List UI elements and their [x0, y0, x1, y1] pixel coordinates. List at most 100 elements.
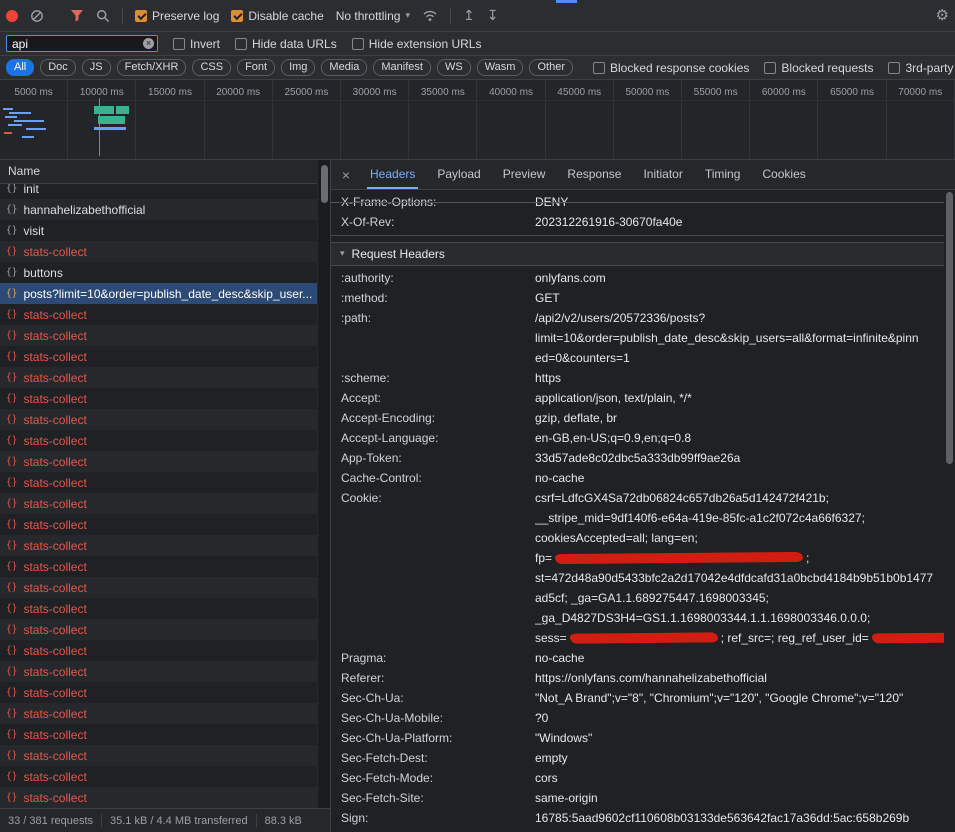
type-filter-fetch-xhr[interactable]: Fetch/XHR — [117, 59, 187, 76]
type-filter-doc[interactable]: Doc — [40, 59, 76, 76]
redaction-scribble — [555, 552, 803, 564]
request-row[interactable]: {}stats-collect — [0, 619, 318, 640]
request-row[interactable]: {}stats-collect — [0, 682, 318, 703]
request-type-icon: {} — [6, 351, 17, 362]
timeline-label: 65000 ms — [830, 87, 874, 98]
clear-network-log-button[interactable] — [30, 9, 44, 23]
checkbox-blocked-response-cookies[interactable]: Blocked response cookies — [593, 61, 749, 75]
request-type-icon: {} — [6, 246, 17, 257]
header-row: Time:1703636799438 — [331, 828, 944, 832]
request-row[interactable]: {}stats-collect — [0, 367, 318, 388]
request-row[interactable]: {}visit — [0, 220, 318, 241]
request-row[interactable]: {}stats-collect — [0, 388, 318, 409]
request-row[interactable]: {}stats-collect — [0, 703, 318, 724]
type-filter-other[interactable]: Other — [529, 59, 573, 76]
invert-checkbox[interactable]: Invert — [173, 37, 220, 51]
request-row[interactable]: {}stats-collect — [0, 745, 318, 766]
request-row[interactable]: {}posts?limit=10&order=publish_date_desc… — [0, 283, 318, 304]
request-type-icon: {} — [6, 771, 17, 782]
timeline-label: 70000 ms — [898, 87, 942, 98]
search-button[interactable] — [96, 9, 110, 23]
activity-bar — [14, 120, 44, 122]
network-conditions-button[interactable] — [422, 9, 438, 22]
tab-headers[interactable]: Headers — [359, 160, 426, 189]
invert-label: Invert — [190, 37, 220, 51]
type-filter-js[interactable]: JS — [82, 59, 111, 76]
type-filter-all[interactable]: All — [6, 59, 34, 76]
request-row[interactable]: {}init — [0, 184, 318, 199]
scrollbar-thumb[interactable] — [321, 165, 328, 203]
request-row[interactable]: {}stats-collect — [0, 556, 318, 577]
filter-text: api — [12, 37, 28, 51]
disable-cache-label: Disable cache — [248, 9, 323, 23]
type-filter-media[interactable]: Media — [321, 59, 367, 76]
request-row[interactable]: {}stats-collect — [0, 451, 318, 472]
request-name: stats-collect — [23, 350, 86, 364]
hide-data-urls-checkbox[interactable]: Hide data URLs — [235, 37, 337, 51]
request-row[interactable]: {}stats-collect — [0, 766, 318, 787]
header-value: empty — [535, 748, 944, 768]
type-filter-wasm[interactable]: Wasm — [477, 59, 524, 76]
export-har-button[interactable]: ↧ — [487, 9, 499, 23]
throttling-select[interactable]: No throttling ▾ — [336, 9, 410, 23]
header-value: https — [535, 368, 944, 388]
request-row[interactable]: {}stats-collect — [0, 661, 318, 682]
scrollbar-thumb[interactable] — [946, 192, 953, 464]
type-filter-ws[interactable]: WS — [437, 59, 471, 76]
request-name: stats-collect — [23, 665, 86, 679]
request-row[interactable]: {}stats-collect — [0, 787, 318, 808]
type-filter-manifest[interactable]: Manifest — [373, 59, 431, 76]
timeline-grid: 5000 ms10000 ms15000 ms20000 ms25000 ms3… — [0, 80, 955, 159]
requests-scrollbar[interactable] — [317, 160, 330, 808]
name-column-header[interactable]: Name — [0, 160, 318, 184]
request-row[interactable]: {}buttons — [0, 262, 318, 283]
settings-gear-icon[interactable]: ⚙ — [936, 8, 949, 23]
hide-extension-urls-checkbox[interactable]: Hide extension URLs — [352, 37, 482, 51]
details-scrollbar[interactable] — [944, 190, 955, 832]
request-row[interactable]: {}stats-collect — [0, 409, 318, 430]
filter-input[interactable]: api × — [6, 35, 158, 52]
activity-bar — [22, 136, 34, 138]
request-row[interactable]: {}stats-collect — [0, 241, 318, 262]
type-filter-pills: All Doc JS Fetch/XHR CSS Font Img Media Manifest… — [6, 59, 573, 76]
request-row[interactable]: {}stats-collect — [0, 724, 318, 745]
filter-toggle-button[interactable] — [70, 9, 84, 22]
clear-filter-icon[interactable]: × — [143, 38, 154, 49]
request-row[interactable]: {}stats-collect — [0, 325, 318, 346]
request-row[interactable]: {}stats-collect — [0, 535, 318, 556]
import-har-button[interactable]: ↥ — [463, 9, 475, 23]
timeline-overview[interactable]: 5000 ms10000 ms15000 ms20000 ms25000 ms3… — [0, 80, 955, 160]
record-button[interactable] — [6, 10, 18, 22]
request-row[interactable]: {}hannahelizabethofficial — [0, 199, 318, 220]
request-row[interactable]: {}stats-collect — [0, 493, 318, 514]
details-tabbar: × HeadersPayloadPreviewResponseInitiator… — [331, 160, 955, 190]
tab-payload[interactable]: Payload — [426, 160, 491, 189]
request-row[interactable]: {}stats-collect — [0, 472, 318, 493]
timeline-column: 55000 ms — [682, 80, 750, 159]
tab-timing[interactable]: Timing — [694, 160, 752, 189]
request-type-icon: {} — [6, 477, 17, 488]
request-name: stats-collect — [23, 308, 86, 322]
type-filter-img[interactable]: Img — [281, 59, 315, 76]
request-row[interactable]: {}stats-collect — [0, 598, 318, 619]
tab-initiator[interactable]: Initiator — [632, 160, 693, 189]
checkbox-3rd-party-requests[interactable]: 3rd-party requests — [888, 61, 955, 75]
tab-cookies[interactable]: Cookies — [751, 160, 816, 189]
type-filter-css[interactable]: CSS — [192, 59, 231, 76]
preserve-log-checkbox[interactable]: Preserve log — [135, 9, 219, 23]
close-details-icon[interactable]: × — [339, 167, 353, 183]
request-row[interactable]: {}stats-collect — [0, 640, 318, 661]
toolbar-divider — [122, 8, 123, 24]
request-row[interactable]: {}stats-collect — [0, 514, 318, 535]
type-filter-font[interactable]: Font — [237, 59, 275, 76]
request-headers-section[interactable]: ▾Request Headers — [331, 242, 944, 266]
checkbox-blocked-requests[interactable]: Blocked requests — [764, 61, 873, 75]
request-row[interactable]: {}stats-collect — [0, 577, 318, 598]
disable-cache-checkbox[interactable]: Disable cache — [231, 9, 323, 23]
request-row[interactable]: {}stats-collect — [0, 304, 318, 325]
request-row[interactable]: {}stats-collect — [0, 430, 318, 451]
request-row[interactable]: {} stats-collect — [0, 346, 318, 367]
timeline-label: 20000 ms — [216, 87, 260, 98]
tab-preview[interactable]: Preview — [492, 160, 557, 189]
tab-response[interactable]: Response — [556, 160, 632, 189]
